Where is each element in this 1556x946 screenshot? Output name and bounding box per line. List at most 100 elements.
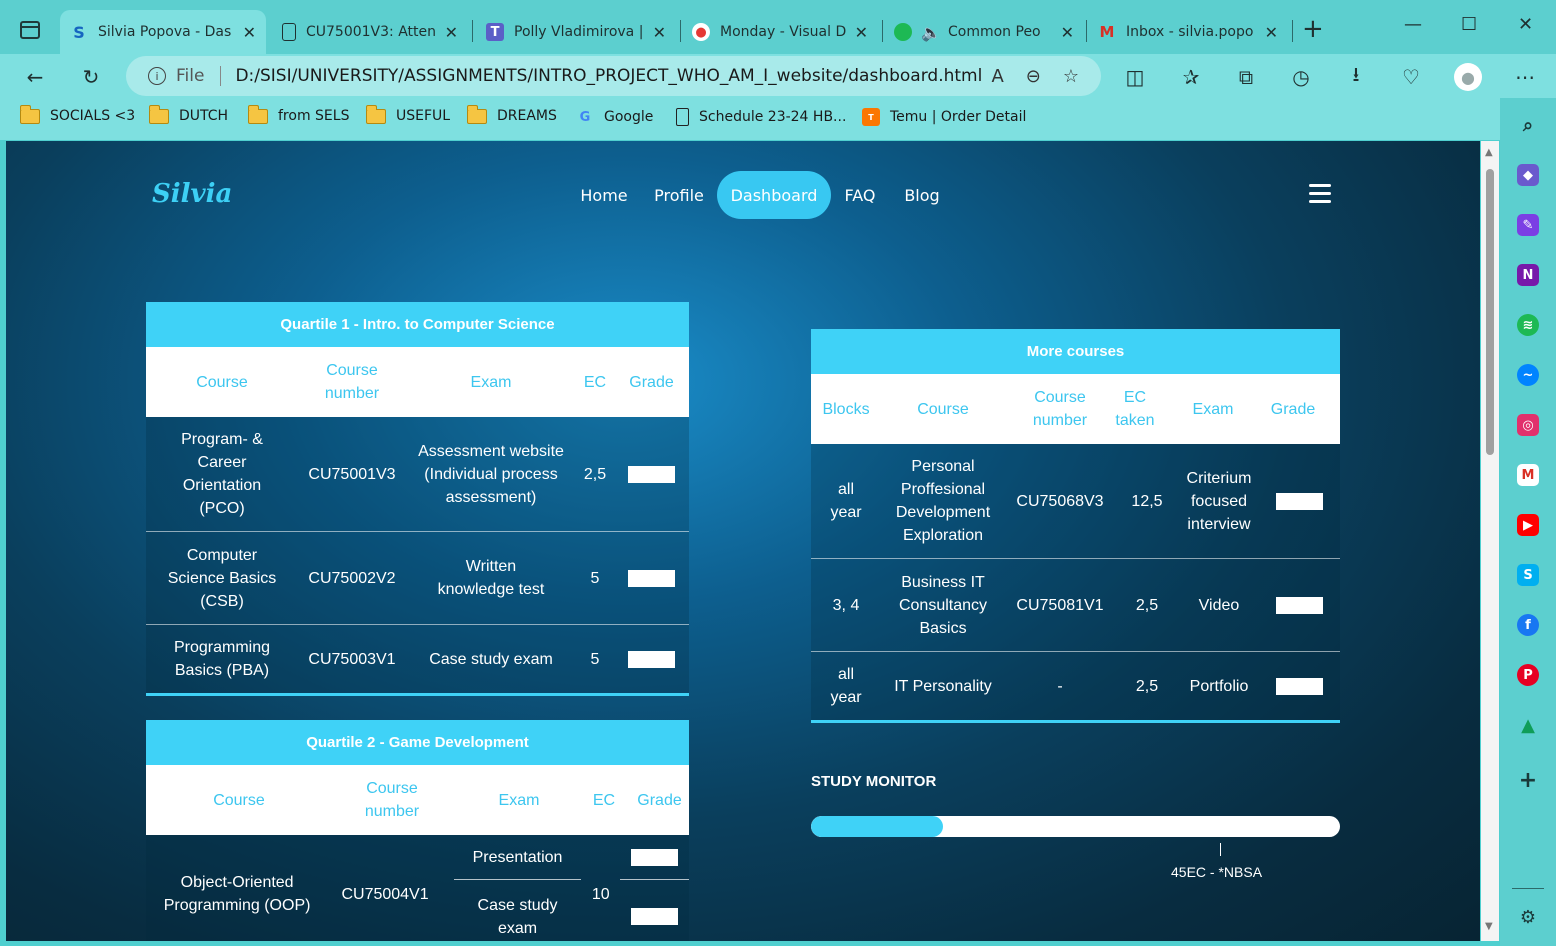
tab-attendance[interactable]: CU75001V3: Atten ✕ (272, 10, 468, 54)
download-icon[interactable]: ⭳ (1341, 62, 1371, 92)
more-courses-table: More courses Blocks Course Course number… (811, 329, 1340, 723)
settings-gear-icon[interactable]: ⚙ (1517, 906, 1539, 928)
spotify-icon[interactable]: ≋ (1517, 314, 1539, 336)
table-header-row: Blocks Course Course number EC taken Exa… (811, 374, 1340, 444)
scroll-up-icon[interactable]: ▲ (1485, 147, 1493, 158)
grade-input[interactable] (631, 848, 679, 866)
collections-icon[interactable]: ⧉ (1231, 62, 1261, 92)
grade-input[interactable] (1276, 677, 1323, 695)
grade-input[interactable] (628, 650, 675, 668)
course-cell: Programming Basics (PBA) (173, 639, 271, 679)
google-icon: G (579, 109, 591, 125)
column-header: Grade (1270, 400, 1316, 418)
speaker-icon[interactable]: 🔈 (921, 23, 941, 42)
favorite-star-icon[interactable]: ☆ (1063, 66, 1079, 87)
messenger-icon[interactable]: ~ (1517, 364, 1539, 386)
tab-monday[interactable]: ● Monday - Visual D ✕ (682, 10, 878, 54)
copilot-icon[interactable]: ◆ (1517, 164, 1539, 186)
column-header: Course number (324, 362, 380, 402)
skype-icon[interactable]: S (1517, 564, 1539, 586)
bookmark-schedule[interactable]: Schedule 23-24 HB... (676, 108, 846, 126)
profile-avatar-icon[interactable]: ● (1453, 62, 1483, 92)
document-icon (282, 23, 296, 41)
bookmark-google[interactable]: G Google (576, 108, 654, 126)
course-number-cell: CU75002V2 (308, 569, 396, 587)
scrollbar-thumb[interactable] (1486, 169, 1494, 455)
search-icon[interactable]: ⌕ (1517, 114, 1539, 136)
exam-cell: Criterium focused interview (1186, 469, 1252, 533)
close-icon[interactable]: ✕ (445, 23, 458, 42)
nav-faq[interactable]: FAQ (838, 171, 882, 219)
bookmark-useful[interactable]: USEFUL (365, 104, 450, 124)
bookmark-socials[interactable]: SOCIALS <3 (19, 104, 135, 124)
page-scrollbar[interactable]: ▲ ▼ (1481, 141, 1499, 941)
add-icon[interactable]: + (1517, 768, 1539, 793)
close-icon[interactable]: ✕ (243, 23, 256, 42)
site-logo[interactable]: Silvia (152, 179, 232, 209)
tab-dashboard[interactable]: S Silvia Popova - Das ✕ (60, 10, 266, 54)
close-icon[interactable]: ✕ (653, 23, 666, 42)
info-icon[interactable]: i (148, 67, 166, 85)
url-text[interactable]: D:/SISI/UNIVERSITY/ASSIGNMENTS/INTRO_PRO… (235, 66, 991, 86)
youtube-icon[interactable]: ▶ (1517, 514, 1539, 536)
onenote-icon[interactable]: N (1517, 264, 1539, 286)
grade-input[interactable] (1276, 492, 1323, 510)
tab-separator (472, 20, 473, 42)
grade-input[interactable] (628, 465, 675, 483)
back-icon[interactable]: ← (20, 62, 50, 92)
tab-actions-icon[interactable] (20, 21, 40, 39)
bookmark-temu[interactable]: T Temu | Order Detail (862, 108, 1026, 126)
grade-cell (1259, 594, 1340, 617)
course-cell: Program- & Career Orientation (PCO) (181, 431, 263, 517)
tab-spotify[interactable]: 🔈 Common Peo ✕ (884, 10, 1084, 54)
column-header: Exam (498, 791, 540, 809)
favorites-icon[interactable]: ✰ (1176, 62, 1206, 92)
close-icon[interactable]: ✕ (1265, 23, 1278, 42)
bookmark-dreams[interactable]: DREAMS (466, 104, 557, 124)
close-window-icon[interactable]: ✕ (1518, 14, 1533, 35)
grade-input[interactable] (628, 569, 675, 587)
close-icon[interactable]: ✕ (1061, 23, 1074, 42)
nav-home[interactable]: Home (572, 171, 636, 219)
exam-cell: Portfolio (1189, 677, 1249, 695)
more-menu-icon[interactable]: ⋯ (1510, 62, 1540, 92)
scroll-down-icon[interactable]: ▼ (1485, 921, 1493, 932)
new-tab-icon[interactable]: + (1302, 16, 1324, 42)
blocks-cell: all year (830, 666, 862, 706)
gmail-icon[interactable]: M (1517, 464, 1539, 486)
bookmark-dutch[interactable]: DUTCH (148, 104, 228, 124)
exam-cell: Written knowledge test (437, 558, 545, 598)
tab-inbox[interactable]: M Inbox - silvia.popo ✕ (1088, 10, 1288, 54)
tab-title: Polly Vladimirova | (514, 24, 644, 40)
minimize-icon[interactable]: — (1404, 14, 1422, 35)
grade-input[interactable] (1276, 596, 1323, 614)
split-screen-icon[interactable]: ◫ (1120, 62, 1150, 92)
pinterest-icon[interactable]: P (1517, 664, 1539, 686)
course-number-cell: CU75001V3 (308, 465, 396, 483)
facebook-icon[interactable]: f (1517, 614, 1539, 636)
nav-blog[interactable]: Blog (898, 171, 946, 219)
performance-icon[interactable]: ♡ (1396, 62, 1426, 92)
history-icon[interactable]: ◷ (1286, 62, 1316, 92)
address-bar[interactable]: i File D:/SISI/UNIVERSITY/ASSIGNMENTS/IN… (126, 56, 1101, 96)
gmail-icon: M (1099, 23, 1115, 41)
grade-input[interactable] (631, 908, 679, 925)
nav-dashboard[interactable]: Dashboard (717, 171, 831, 219)
bookmark-from-sels[interactable]: from SELS (247, 104, 349, 124)
hamburger-menu-icon[interactable] (1309, 184, 1331, 208)
table-header-row: Course Course number Exam EC Grade (146, 765, 689, 835)
course-cell: IT Personality (894, 677, 992, 695)
tab-teams[interactable]: T Polly Vladimirova | ✕ (476, 10, 676, 54)
teams-icon: T (486, 23, 504, 41)
maximize-icon[interactable]: ☐ (1461, 14, 1477, 35)
browser-toolbar: ← ↻ i File D:/SISI/UNIVERSITY/ASSIGNMENT… (0, 54, 1556, 98)
nav-profile[interactable]: Profile (646, 171, 712, 219)
zoom-icon[interactable]: ⊖ (1026, 66, 1041, 87)
refresh-icon[interactable]: ↻ (76, 62, 106, 92)
instagram-icon[interactable]: ◎ (1517, 414, 1539, 436)
google-drive-icon[interactable]: ▲ (1517, 714, 1539, 736)
ec-cell: 2,5 (1135, 596, 1159, 614)
close-icon[interactable]: ✕ (855, 23, 868, 42)
read-aloud-icon[interactable]: A (991, 66, 1003, 87)
designer-icon[interactable]: ✎ (1517, 214, 1539, 236)
